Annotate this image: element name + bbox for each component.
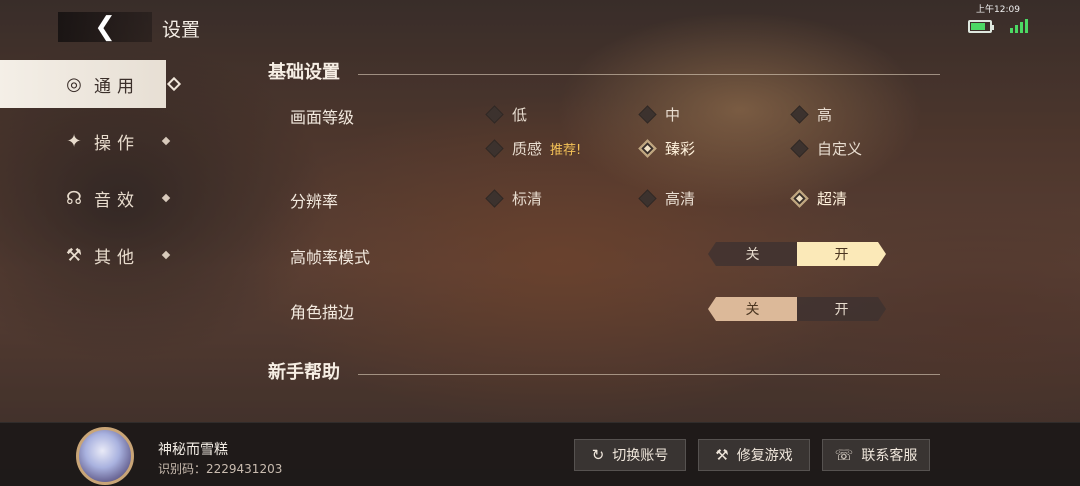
section-divider: [358, 74, 940, 75]
graphics-option-low[interactable]: 低: [485, 104, 527, 125]
sidebar: ◎ 通用 ✦ 操作 ☊ 音效 ⚒ 其他: [0, 60, 182, 288]
tools-icon: ⚒: [65, 244, 83, 266]
tools-icon: ⚒: [715, 446, 729, 464]
contact-support-button[interactable]: ☏ 联系客服: [822, 439, 930, 471]
radio-diamond-icon: [485, 139, 504, 158]
sidebar-item-other[interactable]: ⚒ 其他: [0, 231, 175, 279]
toggle-off-segment[interactable]: 关: [708, 242, 797, 266]
support-icon: ☏: [834, 446, 854, 464]
resolution-label: 分辨率: [290, 192, 339, 211]
battery-icon: [968, 19, 994, 33]
radio-diamond-selected-icon: [638, 139, 657, 158]
radio-diamond-icon: [485, 189, 504, 208]
refresh-icon: ↻: [591, 446, 605, 464]
resolution-option-fhd[interactable]: 超清: [790, 188, 847, 209]
sidebar-item-audio[interactable]: ☊ 音效: [0, 174, 175, 222]
toggle-on-segment[interactable]: 开: [797, 242, 886, 266]
back-button[interactable]: ❮: [58, 12, 152, 42]
outline-label: 角色描边: [290, 303, 355, 322]
section-title-help: 新手帮助: [268, 358, 940, 384]
radio-diamond-selected-icon: [790, 189, 809, 208]
bullet-icon: [161, 136, 171, 146]
graphics-option-mid[interactable]: 中: [638, 104, 680, 125]
radio-diamond-icon: [485, 105, 504, 124]
user-name: 神秘而雪糕: [158, 442, 228, 458]
high-fps-label: 高帧率模式: [290, 248, 371, 267]
graphics-option-custom[interactable]: 自定义: [790, 138, 862, 159]
graphics-option-ultra[interactable]: 臻彩: [638, 138, 695, 159]
sidebar-item-label: 操作: [94, 133, 140, 154]
avatar[interactable]: [76, 427, 134, 485]
status-bar: 上午12:09: [968, 2, 1028, 33]
user-id: 识别码：2229431203: [158, 462, 283, 476]
sidebar-item-controls[interactable]: ✦ 操作: [0, 117, 175, 165]
radio-diamond-icon: [638, 105, 657, 124]
page-title: 设置: [162, 19, 201, 41]
outline-toggle[interactable]: 关 开: [708, 297, 886, 321]
recommend-badge: 推荐!: [550, 143, 582, 158]
high-fps-toggle[interactable]: 关 开: [708, 242, 886, 266]
chevron-left-icon: ❮: [94, 12, 116, 42]
repair-game-button[interactable]: ⚒ 修复游戏: [698, 439, 810, 471]
radio-diamond-icon: [790, 105, 809, 124]
broadcast-icon: ◎: [66, 73, 82, 95]
sidebar-item-general[interactable]: ◎ 通用: [0, 60, 182, 108]
signal-icon: [1010, 19, 1028, 33]
resolution-option-hd[interactable]: 高清: [638, 188, 695, 209]
headset-icon: ☊: [66, 187, 82, 209]
bullet-icon: [161, 193, 171, 203]
joystick-icon: ✦: [66, 130, 82, 152]
section-divider: [358, 374, 940, 375]
section-title-basic: 基础设置: [268, 58, 940, 84]
resolution-option-sd[interactable]: 标清: [485, 188, 542, 209]
sidebar-item-label: 音效: [94, 190, 140, 211]
toggle-off-segment[interactable]: 关: [708, 297, 797, 321]
sidebar-item-label: 通用: [94, 76, 140, 97]
sidebar-item-label: 其他: [94, 247, 140, 268]
bullet-icon: [161, 250, 171, 260]
graphics-option-high[interactable]: 高: [790, 104, 832, 125]
graphics-label: 画面等级: [290, 108, 355, 127]
account-bar: 神秘而雪糕 识别码：2229431203 ↻ 切换账号 ⚒ 修复游戏 ☏ 联系客…: [0, 422, 1080, 486]
status-time: 上午12:09: [976, 5, 1020, 15]
switch-account-button[interactable]: ↻ 切换账号: [574, 439, 686, 471]
graphics-option-texture[interactable]: 质感 推荐!: [485, 138, 582, 159]
radio-diamond-icon: [790, 139, 809, 158]
toggle-on-segment[interactable]: 开: [797, 297, 886, 321]
radio-diamond-icon: [638, 189, 657, 208]
